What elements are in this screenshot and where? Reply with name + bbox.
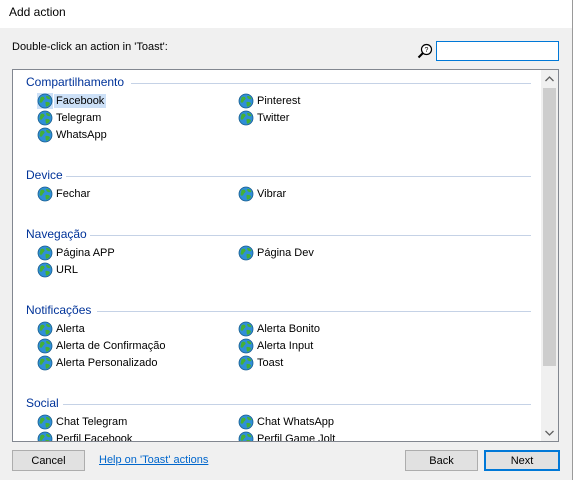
globe-icon (238, 110, 254, 126)
action-item[interactable]: Página Dev (238, 245, 316, 261)
globe-icon (37, 127, 53, 143)
action-item[interactable]: Vibrar (238, 186, 288, 202)
section-divider (63, 404, 531, 405)
chevron-up-icon (545, 75, 554, 81)
action-item[interactable]: Facebook (37, 93, 107, 109)
globe-icon (37, 321, 53, 337)
action-item[interactable]: Perfil Game Jolt (238, 431, 337, 442)
action-item[interactable]: Alerta Bonito (238, 321, 322, 337)
action-item-label: Facebook (54, 94, 107, 108)
section-divider (131, 83, 531, 84)
action-item[interactable]: Twitter (238, 110, 291, 126)
action-item[interactable]: Perfil Facebook (37, 431, 134, 442)
action-item-label: Pinterest (257, 95, 301, 107)
help-link[interactable]: Help on 'Toast' actions (99, 454, 208, 466)
chevron-down-icon (545, 430, 554, 436)
action-item-label: WhatsApp (56, 129, 107, 141)
cancel-button[interactable]: Cancel (12, 450, 85, 471)
globe-icon (37, 431, 53, 441)
action-item[interactable]: Alerta (37, 321, 87, 337)
action-item-label: Fechar (56, 188, 91, 200)
section-header: Navegação (26, 227, 87, 241)
action-item-label: Chat WhatsApp (257, 416, 335, 428)
action-item-label: Alerta Bonito (257, 323, 320, 335)
window-title: Add action (9, 5, 66, 19)
action-item-label: Alerta de Confirmação (56, 340, 166, 352)
globe-icon (238, 186, 254, 202)
action-item[interactable]: Telegram (37, 110, 103, 126)
action-item[interactable]: Toast (238, 355, 285, 371)
action-item[interactable]: URL (37, 262, 80, 278)
action-item[interactable]: Alerta Input (238, 338, 315, 354)
globe-icon (37, 245, 53, 261)
globe-icon (238, 321, 254, 337)
globe-icon (238, 431, 254, 441)
globe-icon (37, 338, 53, 354)
action-item-label: Telegram (56, 112, 102, 124)
section-header: Compartilhamento (26, 75, 125, 89)
svg-text:?: ? (425, 47, 429, 54)
action-item[interactable]: Pinterest (238, 93, 302, 109)
action-item-label: Perfil Game Jolt (257, 433, 336, 442)
action-item[interactable]: Alerta de Confirmação (37, 338, 167, 354)
action-item-label: Alerta Input (257, 340, 314, 352)
action-item-label: URL (56, 264, 79, 276)
title-bar: Add action (0, 0, 573, 28)
action-item-label: Perfil Facebook (56, 433, 133, 442)
search-input[interactable] (436, 41, 559, 61)
action-item[interactable]: Fechar (37, 186, 92, 202)
next-button[interactable]: Next (484, 450, 560, 471)
section-header: Social (26, 396, 59, 410)
action-list[interactable]: Compartilhamento Facebook Pinterest Telegra… (12, 69, 559, 442)
vertical-scrollbar[interactable] (541, 70, 558, 441)
section-divider (66, 176, 531, 177)
prompt-text: Double-click an action in 'Toast': (12, 41, 168, 53)
action-item-label: Vibrar (257, 188, 287, 200)
section-divider (97, 311, 531, 312)
action-item[interactable]: Alerta Personalizado (37, 355, 160, 371)
action-item[interactable]: WhatsApp (37, 127, 109, 143)
action-item[interactable]: Página APP (37, 245, 117, 261)
globe-icon (238, 355, 254, 371)
globe-icon (37, 414, 53, 430)
globe-icon (238, 338, 254, 354)
action-item-label: Alerta Personalizado (56, 357, 158, 369)
section-divider (90, 235, 531, 236)
action-item-label: Toast (257, 357, 284, 369)
action-item-label: Chat Telegram (56, 416, 128, 428)
section-header: Device (26, 168, 63, 182)
globe-icon (37, 355, 53, 371)
globe-icon (238, 245, 254, 261)
action-item[interactable]: Chat Telegram (37, 414, 129, 430)
action-item[interactable]: Chat WhatsApp (238, 414, 336, 430)
action-item-label: Twitter (257, 112, 290, 124)
search-icon[interactable]: ? (417, 43, 433, 59)
scroll-thumb[interactable] (543, 88, 556, 366)
globe-icon (37, 262, 53, 278)
action-item-label: Página APP (56, 247, 115, 259)
action-item-label: Página Dev (257, 247, 314, 259)
section-header: Notificações (26, 303, 92, 317)
globe-icon (37, 186, 53, 202)
back-button[interactable]: Back (405, 450, 478, 471)
globe-icon (238, 414, 254, 430)
scroll-up-button[interactable] (541, 70, 558, 87)
action-item-label: Alerta (56, 323, 85, 335)
globe-icon (37, 93, 53, 109)
globe-icon (238, 93, 254, 109)
globe-icon (37, 110, 53, 126)
scroll-down-button[interactable] (541, 424, 558, 441)
